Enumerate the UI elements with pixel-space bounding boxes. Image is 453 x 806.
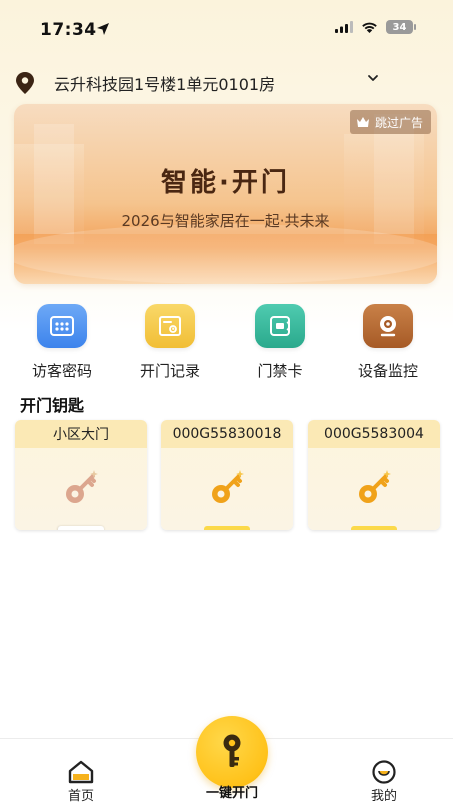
address-text: 云升科技园1号楼1单元0101房 <box>54 75 276 94</box>
address-selector[interactable]: 云升科技园1号楼1单元0101房 <box>10 68 390 98</box>
key-card[interactable]: 000G5583004 在线 <box>308 420 440 530</box>
visitor-password-icon <box>37 304 87 348</box>
profile-icon <box>372 760 396 784</box>
skip-ad-label: 跳过广告 <box>374 115 423 130</box>
crown-icon <box>356 117 369 127</box>
chevron-down-icon[interactable] <box>366 71 380 85</box>
key-card[interactable]: 小区大门 离线 <box>15 420 147 530</box>
battery-level: 34 <box>392 21 407 33</box>
key-card[interactable]: 000G55830018 在线 <box>161 420 293 530</box>
device-monitor-label: 设备监控 <box>357 362 418 380</box>
keys-section-title: 开门钥匙 <box>20 396 85 415</box>
key-icon <box>66 470 98 503</box>
battery-indicator: 34 <box>386 20 416 34</box>
status-badge: 离线 <box>57 526 105 530</box>
device-monitor-button[interactable]: 设备监控 <box>338 304 438 384</box>
key-icon <box>359 470 391 503</box>
door-record-label: 开门记录 <box>139 362 200 380</box>
status-time: 17:34 <box>40 20 97 40</box>
key-icon <box>212 470 244 503</box>
visitor-password-label: 访客密码 <box>31 362 92 380</box>
status-bar: 17:34 34 <box>0 0 453 58</box>
signal-icon <box>335 21 353 33</box>
home-icon <box>68 760 94 784</box>
key-card-name: 000G5583004 <box>308 420 440 448</box>
key-card-name: 小区大门 <box>15 420 147 448</box>
camera-icon <box>363 304 413 348</box>
one-key-open-button[interactable] <box>196 716 268 788</box>
banner-subtitle: 2026与智能家居在一起·共未来 <box>121 212 330 230</box>
door-record-button[interactable]: 开门记录 <box>120 304 220 384</box>
nav-home-label: 首页 <box>67 789 94 804</box>
wifi-icon <box>362 22 377 33</box>
banner-title: 智能·开门 <box>161 168 290 198</box>
location-pin-icon <box>16 72 34 94</box>
nav-mine[interactable]: 我的 <box>358 739 410 806</box>
ad-banner[interactable]: 跳过广告 智能·开门 2026与智能家居在一起·共未来 <box>14 104 437 284</box>
nav-mine-label: 我的 <box>370 789 397 804</box>
quick-actions: 访客密码 开门记录 门禁卡 设备监控 <box>0 304 453 384</box>
skip-ad-button[interactable]: 跳过广告 <box>349 110 431 134</box>
key-icon <box>223 734 241 767</box>
visitor-password-button[interactable]: 访客密码 <box>12 304 112 384</box>
access-card-label: 门禁卡 <box>257 362 303 380</box>
location-arrow-icon <box>97 23 109 35</box>
key-card-name: 000G55830018 <box>161 420 293 448</box>
door-record-icon <box>145 304 195 348</box>
status-badge: 在线 <box>203 526 251 530</box>
access-card-icon <box>255 304 305 348</box>
status-badge: 在线 <box>350 526 398 530</box>
access-card-button[interactable]: 门禁卡 <box>230 304 330 384</box>
one-key-open-label: 一键开门 <box>205 786 258 801</box>
nav-home[interactable]: 首页 <box>55 739 107 806</box>
status-icons: 34 <box>335 20 416 34</box>
